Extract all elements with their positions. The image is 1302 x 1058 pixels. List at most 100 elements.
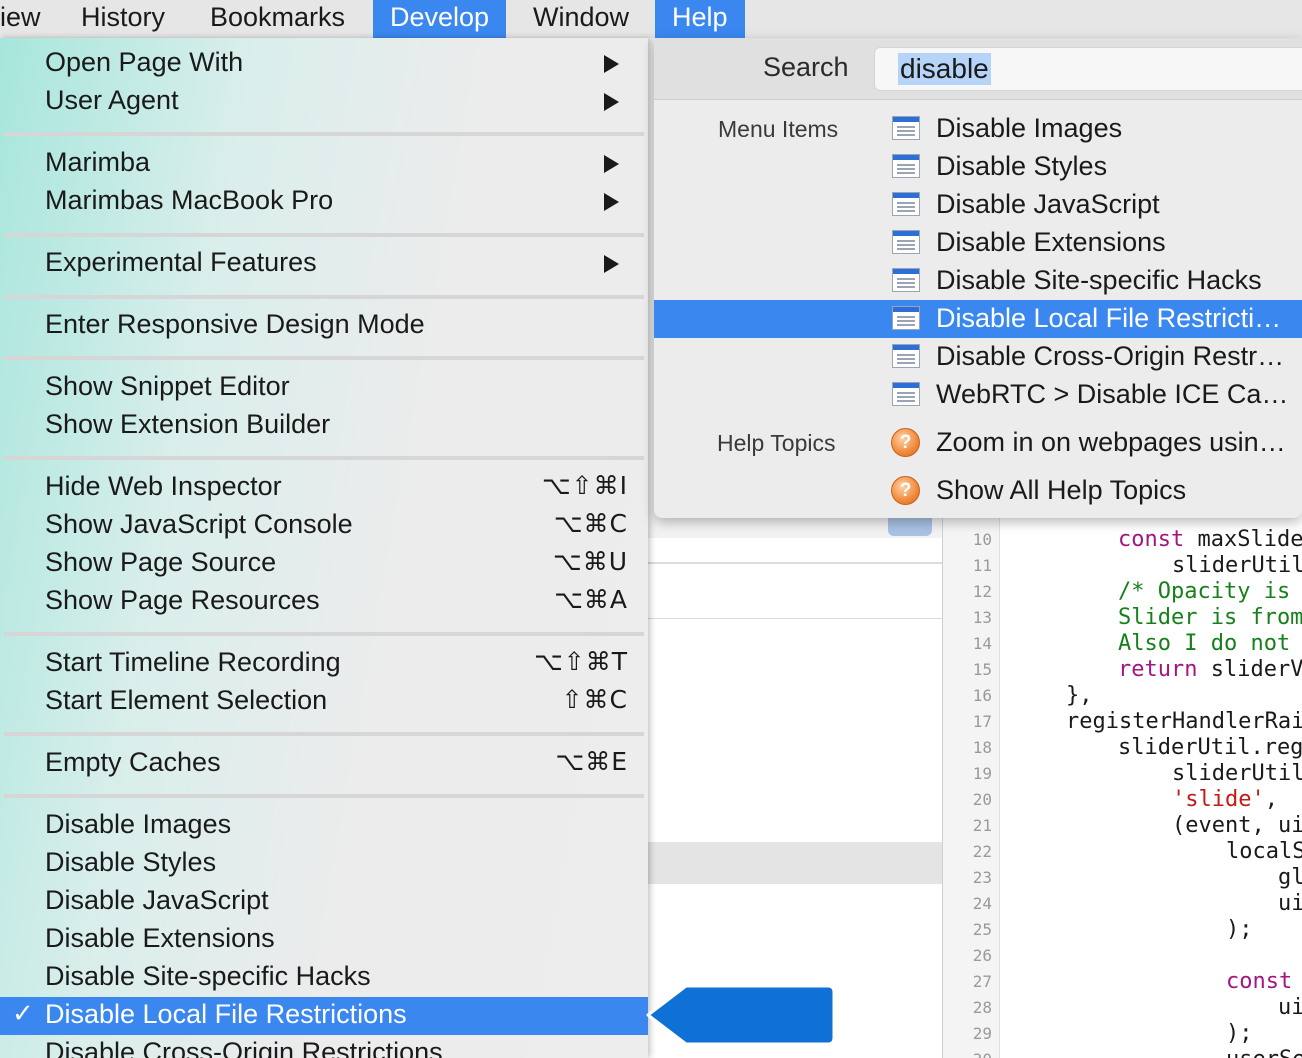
submenu-arrow-icon — [604, 55, 619, 73]
menu-bookmarks[interactable]: Bookmarks — [193, 0, 362, 38]
help-result-menu-item[interactable]: Disable JavaScript — [654, 186, 1302, 224]
code-line: sliderUtil — [1172, 553, 1302, 579]
menu-item-empty-caches[interactable]: Empty Caches ⌥⌘E — [0, 745, 648, 783]
menu-separator — [4, 356, 644, 360]
menu-item-label: Disable Local File Restrictions — [45, 999, 407, 1029]
code-line: Slider is from — [1118, 605, 1302, 631]
line-number: 13 — [972, 608, 992, 627]
menu-history[interactable]: History — [64, 0, 182, 38]
menu-item-experimental-features[interactable]: Experimental Features — [0, 245, 648, 283]
menu-item-disable-cross-origin-restrictions[interactable]: Disable Cross-Origin Restrictions — [0, 1035, 648, 1058]
help-result-menu-item[interactable]: Disable Cross-Origin Restr… — [654, 338, 1302, 376]
shortcut-label: ⌥⌘C — [553, 509, 628, 538]
search-query-text: disable — [898, 53, 991, 85]
line-number: 26 — [972, 946, 992, 965]
shortcut-label: ⌥⌘U — [552, 547, 628, 576]
menu-develop[interactable]: Develop — [373, 0, 507, 38]
menu-bar: iew History Bookmarks Develop Window Hel… — [0, 0, 1302, 38]
result-label: Disable Cross-Origin Restr… — [936, 341, 1285, 371]
menu-item-start-element-selection[interactable]: Start Element Selection ⇧⌘C — [0, 683, 648, 721]
result-label: Disable Styles — [936, 151, 1108, 181]
line-number: 22 — [972, 842, 992, 861]
menu-item-disable-images[interactable]: Disable Images — [0, 807, 648, 845]
menu-item-hide-web-inspector[interactable]: Hide Web Inspector ⌥⇧⌘I — [0, 469, 648, 507]
submenu-arrow-icon — [604, 193, 619, 211]
line-number: 19 — [972, 764, 992, 783]
line-number: 18 — [972, 738, 992, 757]
code-line: ); — [1226, 917, 1253, 943]
menu-help[interactable]: Help — [655, 0, 745, 38]
menu-item-show-extension-builder[interactable]: Show Extension Builder — [0, 407, 648, 445]
code-line: 'slide', — [1172, 787, 1278, 813]
menu-item-responsive-design-mode[interactable]: Enter Responsive Design Mode — [0, 307, 648, 345]
help-result-menu-item[interactable]: WebRTC > Disable ICE Ca… — [654, 376, 1302, 414]
menu-separator — [4, 295, 644, 299]
menu-item-user-agent[interactable]: User Agent — [0, 83, 648, 121]
menu-item-icon — [892, 344, 920, 368]
code-text: sliderUtil — [1172, 761, 1302, 786]
help-result-menu-item[interactable]: Disable Site-specific Hacks — [654, 262, 1302, 300]
code-line: const — [1226, 969, 1292, 995]
menu-item-label: Start Element Selection — [45, 685, 328, 715]
menu-item-start-timeline-recording[interactable]: Start Timeline Recording ⌥⇧⌘T — [0, 645, 648, 683]
line-number: 30 — [942, 1047, 992, 1058]
menu-item-show-snippet-editor[interactable]: Show Snippet Editor — [0, 369, 648, 407]
menu-item-label: Show JavaScript Console — [45, 509, 353, 539]
help-search-row: Search disable — [654, 38, 1302, 100]
help-result-menu-item[interactable]: Disable Styles — [654, 148, 1302, 186]
menu-item-icon — [892, 268, 920, 292]
code-text: maxSlide — [1184, 527, 1302, 552]
help-result-topic[interactable]: ? Show All Help Topics — [654, 472, 1302, 510]
menu-item-label: Show Snippet Editor — [45, 371, 290, 401]
menu-item-marimba[interactable]: Marimba — [0, 145, 648, 183]
menu-item-disable-site-specific-hacks[interactable]: Disable Site-specific Hacks — [0, 959, 648, 997]
menu-item-show-page-source[interactable]: Show Page Source ⌥⌘U — [0, 545, 648, 583]
code-line: return sliderV — [1118, 657, 1302, 683]
shortcut-label: ⌥⇧⌘T — [533, 647, 628, 676]
menu-separator — [4, 132, 644, 136]
menu-item-icon — [892, 154, 920, 178]
menu-item-show-page-resources[interactable]: Show Page Resources ⌥⌘A — [0, 583, 648, 621]
code-line: ui — [1278, 995, 1302, 1021]
menu-item-open-page-with[interactable]: Open Page With — [0, 45, 648, 83]
code-line: sliderUtil — [1172, 761, 1302, 787]
menu-item-label: Start Timeline Recording — [45, 647, 341, 677]
menu-item-disable-styles[interactable]: Disable Styles — [0, 845, 648, 883]
menu-item-label: Enter Responsive Design Mode — [45, 309, 425, 339]
code-text: }, — [1066, 683, 1093, 708]
submenu-arrow-icon — [604, 155, 619, 173]
menu-item-label: Show Extension Builder — [45, 409, 331, 439]
menu-item-disable-local-file-restrictions[interactable]: ✓ Disable Local File Restrictions — [0, 997, 648, 1035]
menu-item-marimbas-macbook-pro[interactable]: Marimbas MacBook Pro — [0, 183, 648, 221]
code-text: (event, ui — [1172, 813, 1302, 838]
menu-window[interactable]: Window — [516, 0, 646, 38]
code-text: , — [1264, 787, 1278, 812]
code-line: (event, ui — [1172, 813, 1302, 839]
code-comment: /* Opacity is — [1118, 579, 1291, 604]
menu-separator — [4, 732, 644, 736]
menu-item-show-javascript-console[interactable]: Show JavaScript Console ⌥⌘C — [0, 507, 648, 545]
shortcut-label: ⌥⌘E — [555, 747, 628, 776]
menu-item-disable-javascript[interactable]: Disable JavaScript — [0, 883, 648, 921]
line-number: 21 — [972, 816, 992, 835]
shortcut-label: ⌥⇧⌘I — [541, 471, 628, 500]
help-result-menu-item[interactable]: Disable Extensions — [654, 224, 1302, 262]
line-number: 23 — [972, 868, 992, 887]
menu-separator — [4, 632, 644, 636]
menu-item-icon — [892, 306, 920, 330]
line-number: 10 — [972, 530, 992, 549]
code-line: userSe — [1226, 1047, 1302, 1058]
menu-item-icon — [892, 192, 920, 216]
code-text: ); — [1226, 1021, 1253, 1046]
help-result-menu-item[interactable]: Disable Images — [654, 110, 1302, 148]
menu-view[interactable]: iew — [0, 0, 58, 38]
result-label: WebRTC > Disable ICE Ca… — [936, 379, 1289, 409]
pane-divider — [646, 618, 942, 619]
help-result-menu-item-selected[interactable]: Disable Local File Restricti… — [654, 300, 1302, 338]
code-line: /* Opacity is — [1118, 579, 1290, 605]
help-topic-icon: ? — [891, 428, 920, 457]
help-result-topic[interactable]: ? Zoom in on webpages usin… — [654, 424, 1302, 462]
code-keyword: return — [1118, 657, 1198, 682]
menu-item-disable-extensions[interactable]: Disable Extensions — [0, 921, 648, 959]
help-search-input[interactable]: disable — [874, 47, 1302, 91]
